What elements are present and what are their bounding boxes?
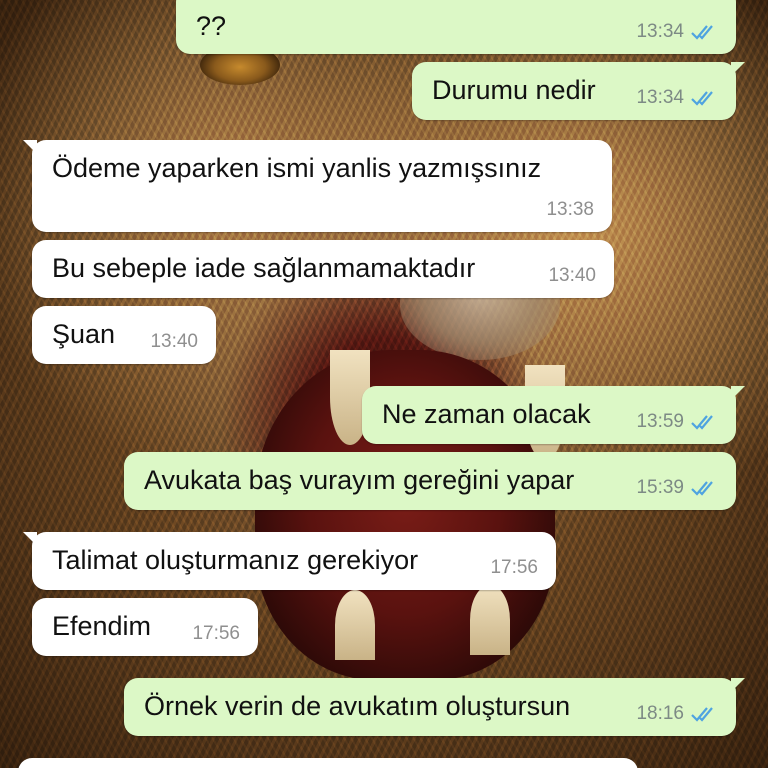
message-text: Ne zaman olacak xyxy=(382,399,591,429)
message-text: Talimat oluşturmanız gerekiyor xyxy=(52,545,419,575)
message-time: 17:56 xyxy=(192,623,240,644)
read-double-tick-icon xyxy=(690,413,718,431)
message-text: Örnek verin de avukatım oluştursun xyxy=(144,691,571,721)
message-bubble-incoming[interactable]: Talimat oluşturmanız gerekiyor 17:56 xyxy=(23,532,556,590)
message-meta: 13:34 xyxy=(636,16,718,48)
bubble-tail xyxy=(23,532,37,546)
message-bubble-incoming[interactable]: Ödeme yaparken ismi yanlis yazmışsınız 1… xyxy=(23,140,612,232)
message-bubble-outgoing[interactable]: ?? 13:34 xyxy=(176,0,736,54)
message-bubble-outgoing[interactable]: Durumu nedir 13:34 xyxy=(412,62,745,120)
message-meta: 13:40 xyxy=(548,260,596,292)
message-text: Avukata baş vurayım gereğini yapar xyxy=(144,465,575,495)
message-time: 17:56 xyxy=(490,557,538,578)
message-text: ?? xyxy=(196,11,227,41)
message-time: 13:38 xyxy=(546,199,594,220)
message-text: Bu sebeple iade sağlanmamaktadır xyxy=(52,253,476,283)
message-text: Şuan xyxy=(52,319,116,349)
message-text: Ödeme yaparken ismi yanlis yazmışsınız xyxy=(52,153,542,183)
message-bubble-incoming-partial[interactable] xyxy=(18,758,638,768)
wallpaper-lion-fang xyxy=(470,585,510,655)
message-text: Efendim xyxy=(52,611,152,641)
message-meta: 17:56 xyxy=(192,618,240,650)
message-meta: 13:34 xyxy=(636,82,718,114)
message-bubble-incoming[interactable]: Efendim 17:56 xyxy=(32,598,258,656)
message-time: 18:16 xyxy=(636,703,684,724)
message-time: 13:40 xyxy=(150,331,198,352)
bubble-tail xyxy=(731,678,745,692)
message-text: Durumu nedir xyxy=(432,75,596,105)
message-meta: 18:16 xyxy=(636,698,718,730)
wallpaper-lion-fang xyxy=(335,590,375,660)
message-time: 13:59 xyxy=(636,411,684,432)
bubble-tail xyxy=(731,62,745,76)
message-bubble-outgoing[interactable]: Örnek verin de avukatım oluştursun 18:16 xyxy=(124,678,745,736)
message-time: 13:40 xyxy=(548,265,596,286)
message-meta: 17:56 xyxy=(490,552,538,584)
read-double-tick-icon xyxy=(690,705,718,723)
message-time: 13:34 xyxy=(636,21,684,42)
message-time: 15:39 xyxy=(636,477,684,498)
message-bubble-outgoing[interactable]: Ne zaman olacak 13:59 xyxy=(362,386,745,444)
read-double-tick-icon xyxy=(690,479,718,497)
message-bubble-outgoing[interactable]: Avukata baş vurayım gereğini yapar 15:39 xyxy=(124,452,736,510)
bubble-tail xyxy=(731,386,745,400)
message-time: 13:34 xyxy=(636,87,684,108)
message-meta: 15:39 xyxy=(636,472,718,504)
message-meta: 13:59 xyxy=(636,406,718,438)
message-bubble-incoming[interactable]: Şuan 13:40 xyxy=(32,306,216,364)
message-bubble-incoming[interactable]: Bu sebeple iade sağlanmamaktadır 13:40 xyxy=(32,240,614,298)
read-double-tick-icon xyxy=(690,23,718,41)
message-meta: 13:38 xyxy=(546,194,594,226)
bubble-tail xyxy=(23,140,37,154)
read-double-tick-icon xyxy=(690,89,718,107)
message-meta: 13:40 xyxy=(150,326,198,358)
